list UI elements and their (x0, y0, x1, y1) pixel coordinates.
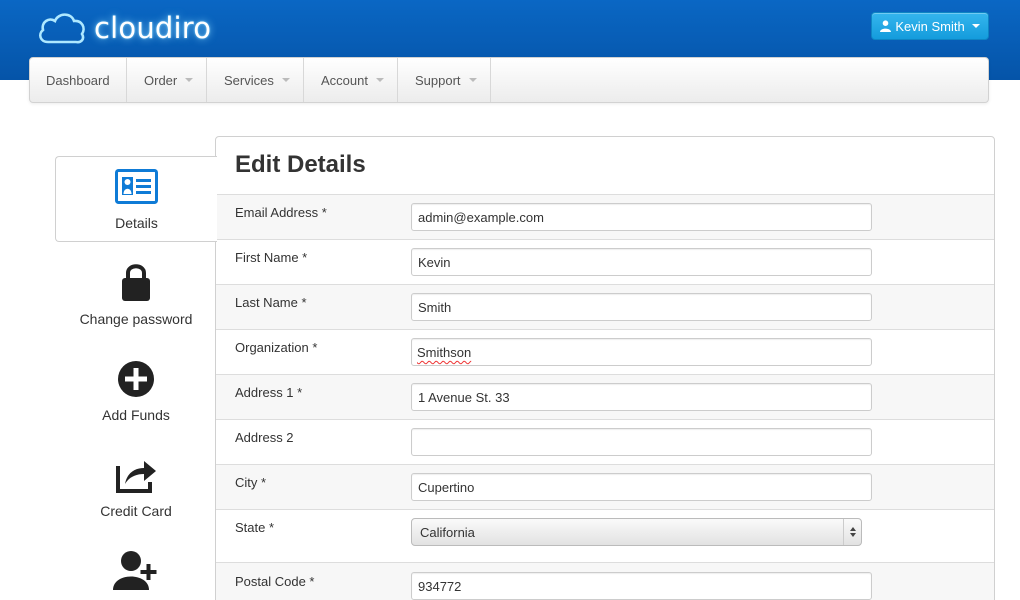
nav-services[interactable]: Services (207, 58, 304, 102)
email-label: Email Address * (235, 205, 327, 220)
share-icon (55, 456, 217, 494)
form-row-state: State * California (216, 509, 994, 562)
nav-services-label: Services (224, 72, 274, 88)
sidebar-item-label: Add Funds (102, 407, 170, 423)
postal-code-label: Postal Code * (235, 574, 315, 589)
sidebar-item-label: Credit Card (100, 503, 172, 519)
edit-details-panel: Edit Details Email Address * First Name … (215, 136, 995, 600)
add-user-icon (55, 550, 217, 592)
nav-account-label: Account (321, 72, 368, 88)
caret-down-icon (971, 24, 980, 28)
sidebar-item-change-password[interactable]: Change password (55, 262, 217, 332)
main-nav: Dashboard Order Services Account Support (29, 57, 989, 103)
id-card-icon (56, 169, 217, 204)
nav-order[interactable]: Order (127, 58, 207, 102)
form-row-last-name: Last Name * (216, 284, 994, 329)
plus-circle-icon (55, 360, 217, 398)
form-row-city: City * (216, 464, 994, 509)
postal-code-field[interactable] (411, 572, 872, 600)
cloud-icon (38, 13, 85, 44)
nav-support-label: Support (415, 72, 461, 88)
lock-icon (55, 262, 217, 302)
organization-field[interactable] (411, 338, 872, 366)
state-select[interactable]: California (411, 518, 862, 546)
organization-label: Organization * (235, 340, 318, 355)
select-arrows-icon (843, 519, 861, 545)
state-selected-value: California (420, 525, 475, 540)
user-icon (880, 20, 892, 32)
last-name-field[interactable] (411, 293, 872, 321)
user-name: Kevin Smith (895, 18, 965, 34)
sidebar-item-add-user[interactable] (55, 550, 217, 600)
nav-order-label: Order (144, 72, 178, 88)
first-name-field[interactable] (411, 248, 872, 276)
sidebar-item-add-funds[interactable]: Add Funds (55, 360, 217, 426)
nav-account[interactable]: Account (304, 58, 398, 102)
last-name-label: Last Name * (235, 295, 307, 310)
form-row-address1: Address 1 * (216, 374, 994, 419)
sidebar-item-label: Change password (79, 311, 193, 327)
form-row-postal-code: Postal Code * (216, 562, 994, 600)
page-title: Edit Details (235, 151, 366, 178)
city-label: City * (235, 475, 267, 490)
nav-support[interactable]: Support (398, 58, 491, 102)
nav-dashboard-label: Dashboard (46, 72, 110, 88)
brand-name: cloudiro (94, 11, 212, 45)
city-field[interactable] (411, 473, 872, 501)
sidebar-item-label: Details (115, 215, 158, 231)
email-field[interactable] (411, 203, 872, 231)
form-row-organization: Organization * Smithson (216, 329, 994, 374)
sidebar-item-credit-card[interactable]: Credit Card (55, 456, 217, 522)
caret-down-icon (185, 78, 194, 82)
address1-label: Address 1 * (235, 385, 303, 400)
address1-field[interactable] (411, 383, 872, 411)
caret-down-icon (468, 78, 477, 82)
first-name-label: First Name * (235, 250, 308, 265)
address2-field[interactable] (411, 428, 872, 456)
address2-label: Address 2 (235, 430, 294, 445)
brand-logo[interactable]: cloudiro (36, 6, 211, 50)
state-label: State * (235, 520, 275, 535)
form-row-address2: Address 2 (216, 419, 994, 464)
user-menu-button[interactable]: Kevin Smith (871, 12, 989, 40)
nav-dashboard[interactable]: Dashboard (30, 58, 127, 102)
form-row-first-name: First Name * (216, 239, 994, 284)
form-row-email: Email Address * (216, 194, 994, 239)
sidebar-item-details[interactable]: Details (55, 156, 217, 242)
caret-down-icon (375, 78, 384, 82)
caret-down-icon (281, 78, 290, 82)
